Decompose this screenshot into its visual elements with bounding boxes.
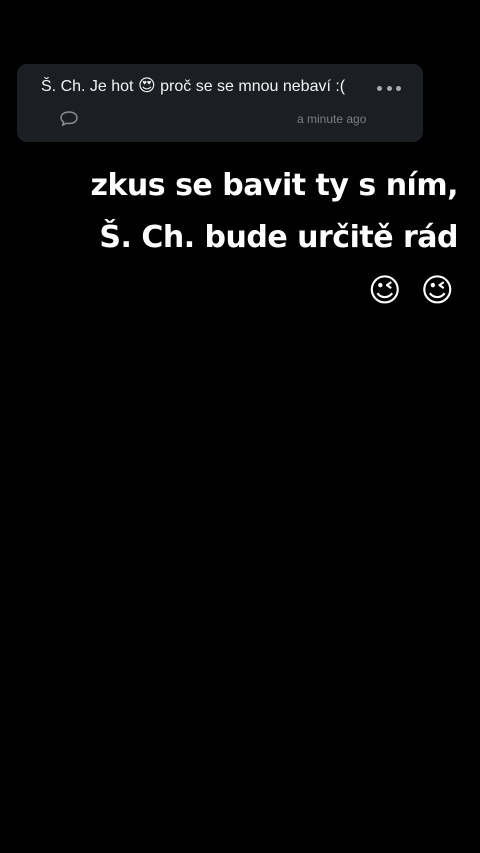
wink-emojis: 😉 😉 (368, 271, 458, 309)
more-options-icon[interactable] (377, 82, 401, 94)
caption-line-1: zkus se bavit ty s ním, (90, 168, 459, 203)
overlay-caption: zkus se bavit ty s ním, Š. Ch. bude urči… (18, 160, 459, 316)
question-card: Š. Ch. Je hot 😍 proč se se mnou nebaví :… (17, 64, 423, 142)
question-text: Š. Ch. Je hot 😍 proč se se mnou nebaví :… (41, 76, 345, 96)
timestamp: a minute ago (297, 112, 367, 126)
heart-eyes-emoji: 😍 (137, 76, 156, 95)
more-dot (386, 85, 392, 91)
question-text-end: proč se se mnou nebaví :( (160, 78, 346, 95)
caption-line-2: Š. Ch. bude určitě rád (99, 220, 458, 255)
more-dot (396, 85, 401, 91)
question-text-start: Š. Ch. Je hot (41, 78, 134, 95)
more-dot (377, 85, 382, 91)
comment-icon[interactable] (59, 110, 79, 128)
